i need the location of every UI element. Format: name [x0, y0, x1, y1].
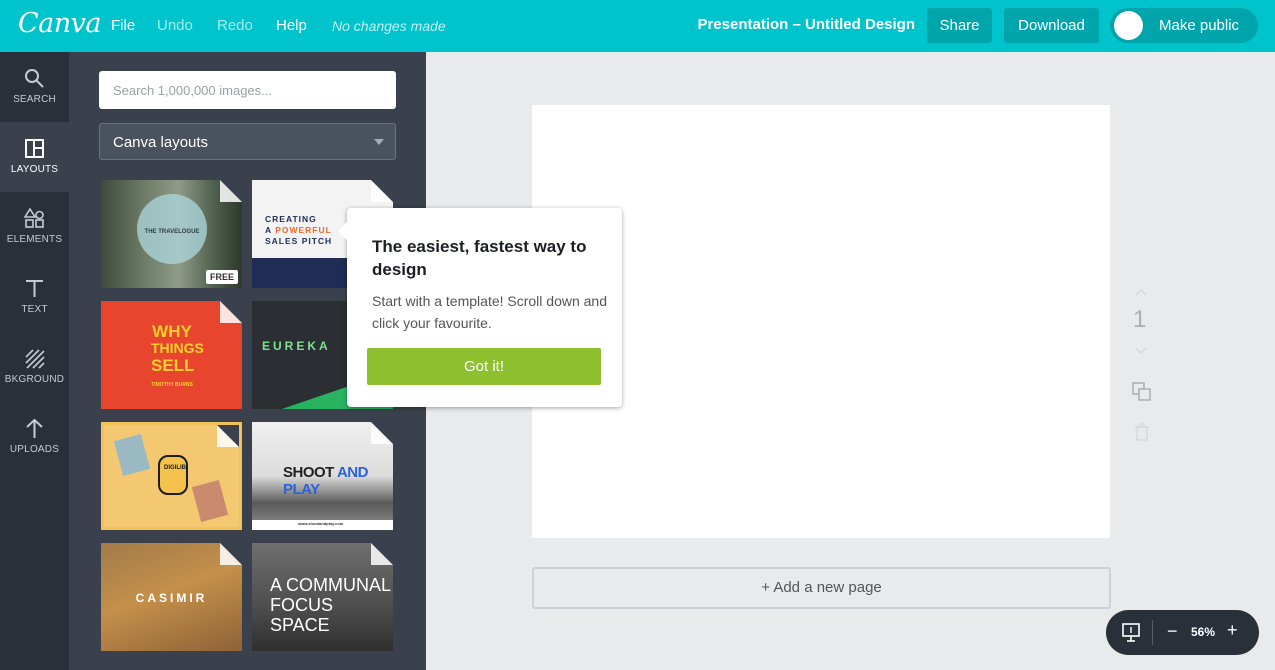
zoom-in-button[interactable]: + — [1227, 620, 1238, 641]
template-title-line: WHY — [152, 322, 192, 341]
rail-layouts-label: LAYOUTS — [10, 164, 59, 175]
rail-layouts[interactable]: LAYOUTS — [0, 122, 69, 192]
template-title-line: A COMMUNAL — [270, 575, 392, 595]
zoom-level: 56% — [1191, 625, 1216, 639]
template-thumbnail[interactable]: WHY THINGS SELL TIMOTHY BURNS — [101, 301, 242, 409]
rail-uploads[interactable]: UPLOADS — [0, 402, 69, 472]
template-badge — [158, 455, 188, 495]
template-book — [113, 433, 151, 477]
chevron-down-icon[interactable] — [1134, 346, 1148, 356]
page-curl — [220, 301, 242, 323]
present-icon[interactable] — [1122, 623, 1140, 642]
template-title-line: A POWERFUL — [265, 225, 332, 236]
search-icon — [25, 69, 44, 88]
template-title: CREATING A POWERFUL SALES PITCH — [265, 214, 332, 247]
template-url: www.shootandplay.com — [298, 521, 344, 526]
template-title-line: SALES PITCH — [265, 236, 333, 246]
tooltip-body: Start with a template! Scroll down and c… — [372, 293, 608, 331]
template-title: THE TRAVELOGUE — [144, 229, 200, 235]
template-thumbnail[interactable]: THE TRAVELOGUE FREE — [101, 180, 242, 288]
onboarding-tooltip: The easiest, fastest way to design Start… — [338, 208, 622, 407]
template-author: TIMOTHY BURNS — [151, 382, 193, 388]
rail-elements-label: ELEMENTS — [6, 234, 63, 245]
layout-type-select[interactable]: Canva layouts — [99, 123, 396, 160]
page-curl — [220, 180, 242, 202]
template-title: CASIMIR — [135, 591, 208, 605]
chevron-down-icon — [374, 139, 384, 145]
template-title-word: PLAY — [283, 481, 320, 498]
zoom-divider — [1152, 620, 1153, 645]
text-icon — [26, 280, 43, 297]
page-curl — [371, 422, 393, 444]
select-value: Canva layouts — [113, 134, 209, 151]
zoom-out-button[interactable]: − — [1167, 621, 1178, 642]
template-title: A COMMUNAL FOCUS SPACE — [270, 575, 393, 635]
template-title-word: A — [265, 225, 276, 235]
template-thumbnail[interactable]: DIGILIB — [101, 422, 242, 530]
page-number: 1 — [1133, 306, 1147, 333]
duplicate-page-icon[interactable] — [1132, 382, 1152, 402]
template-book — [191, 479, 229, 523]
toggle-knob — [1114, 11, 1143, 40]
upload-arrow-icon — [26, 418, 43, 438]
shapes-icon — [24, 208, 44, 228]
tool-rail: SEARCH LAYOUTS ELEMENTS TEXT BKGROUND UP… — [0, 52, 69, 670]
make-public-toggle[interactable]: Make public — [1110, 8, 1258, 43]
template-band — [252, 258, 348, 288]
download-button[interactable]: Download — [1004, 8, 1099, 43]
page-curl — [371, 180, 393, 202]
template-thumbnail[interactable]: CASIMIR — [101, 543, 242, 651]
template-title-line: FOCUS SPACE — [270, 595, 333, 635]
rail-search[interactable]: SEARCH — [0, 52, 69, 122]
rail-uploads-label: UPLOADS — [9, 444, 60, 455]
template-title: EUREKA — [262, 339, 331, 353]
top-bar: Canva File Undo Redo Help No changes mad… — [0, 0, 1275, 52]
rail-text-label: TEXT — [21, 304, 48, 315]
zoom-control: − 56% + — [1106, 610, 1259, 655]
template-thumbnail[interactable]: A COMMUNAL FOCUS SPACE — [252, 543, 393, 651]
image-search-input[interactable] — [99, 71, 396, 109]
rail-text[interactable]: TEXT — [0, 262, 69, 332]
document-title[interactable]: Presentation – Untitled Design — [697, 16, 915, 33]
background-icon — [25, 349, 45, 369]
save-status: No changes made — [332, 18, 446, 34]
rail-background[interactable]: BKGROUND — [0, 332, 69, 402]
template-title-word: POWERFUL — [275, 225, 332, 235]
menu-redo[interactable]: Redo — [217, 17, 253, 34]
share-button[interactable]: Share — [927, 8, 992, 43]
menu-undo[interactable]: Undo — [157, 17, 193, 34]
tooltip-title: The easiest, fastest way to design — [372, 237, 587, 279]
template-thumbnail[interactable]: SHOOT AND PLAY www.shootandplay.com — [252, 422, 393, 530]
template-title-line: THINGS — [151, 340, 204, 356]
chevron-up-icon[interactable] — [1134, 287, 1148, 297]
add-page-button[interactable]: + Add a new page — [532, 567, 1111, 609]
menu-file[interactable]: File — [111, 17, 135, 34]
tooltip-arrow — [338, 222, 347, 240]
make-public-label: Make public — [1159, 17, 1240, 34]
template-title-line: SELL — [151, 356, 195, 375]
template-title: DIGILIB — [164, 465, 186, 471]
rail-background-label: BKGROUND — [4, 374, 65, 385]
trash-icon[interactable] — [1134, 423, 1150, 441]
page-curl — [371, 543, 393, 565]
layouts-icon — [25, 139, 44, 158]
rail-elements[interactable]: ELEMENTS — [0, 192, 69, 262]
template-title: SHOOT AND PLAY — [283, 464, 393, 498]
page-curl — [217, 425, 239, 447]
got-it-button[interactable]: Got it! — [367, 348, 601, 385]
template-title-line: CREATING — [265, 214, 317, 224]
free-badge: FREE — [205, 270, 238, 284]
menu-help[interactable]: Help — [276, 17, 307, 34]
canva-logo[interactable]: Canva — [18, 8, 102, 39]
template-title-word: SHOOT — [283, 464, 337, 481]
template-title-word: AND — [336, 464, 369, 481]
template-title: WHY THINGS SELL — [151, 322, 204, 375]
rail-search-label: SEARCH — [13, 94, 56, 105]
page-curl — [220, 543, 242, 565]
